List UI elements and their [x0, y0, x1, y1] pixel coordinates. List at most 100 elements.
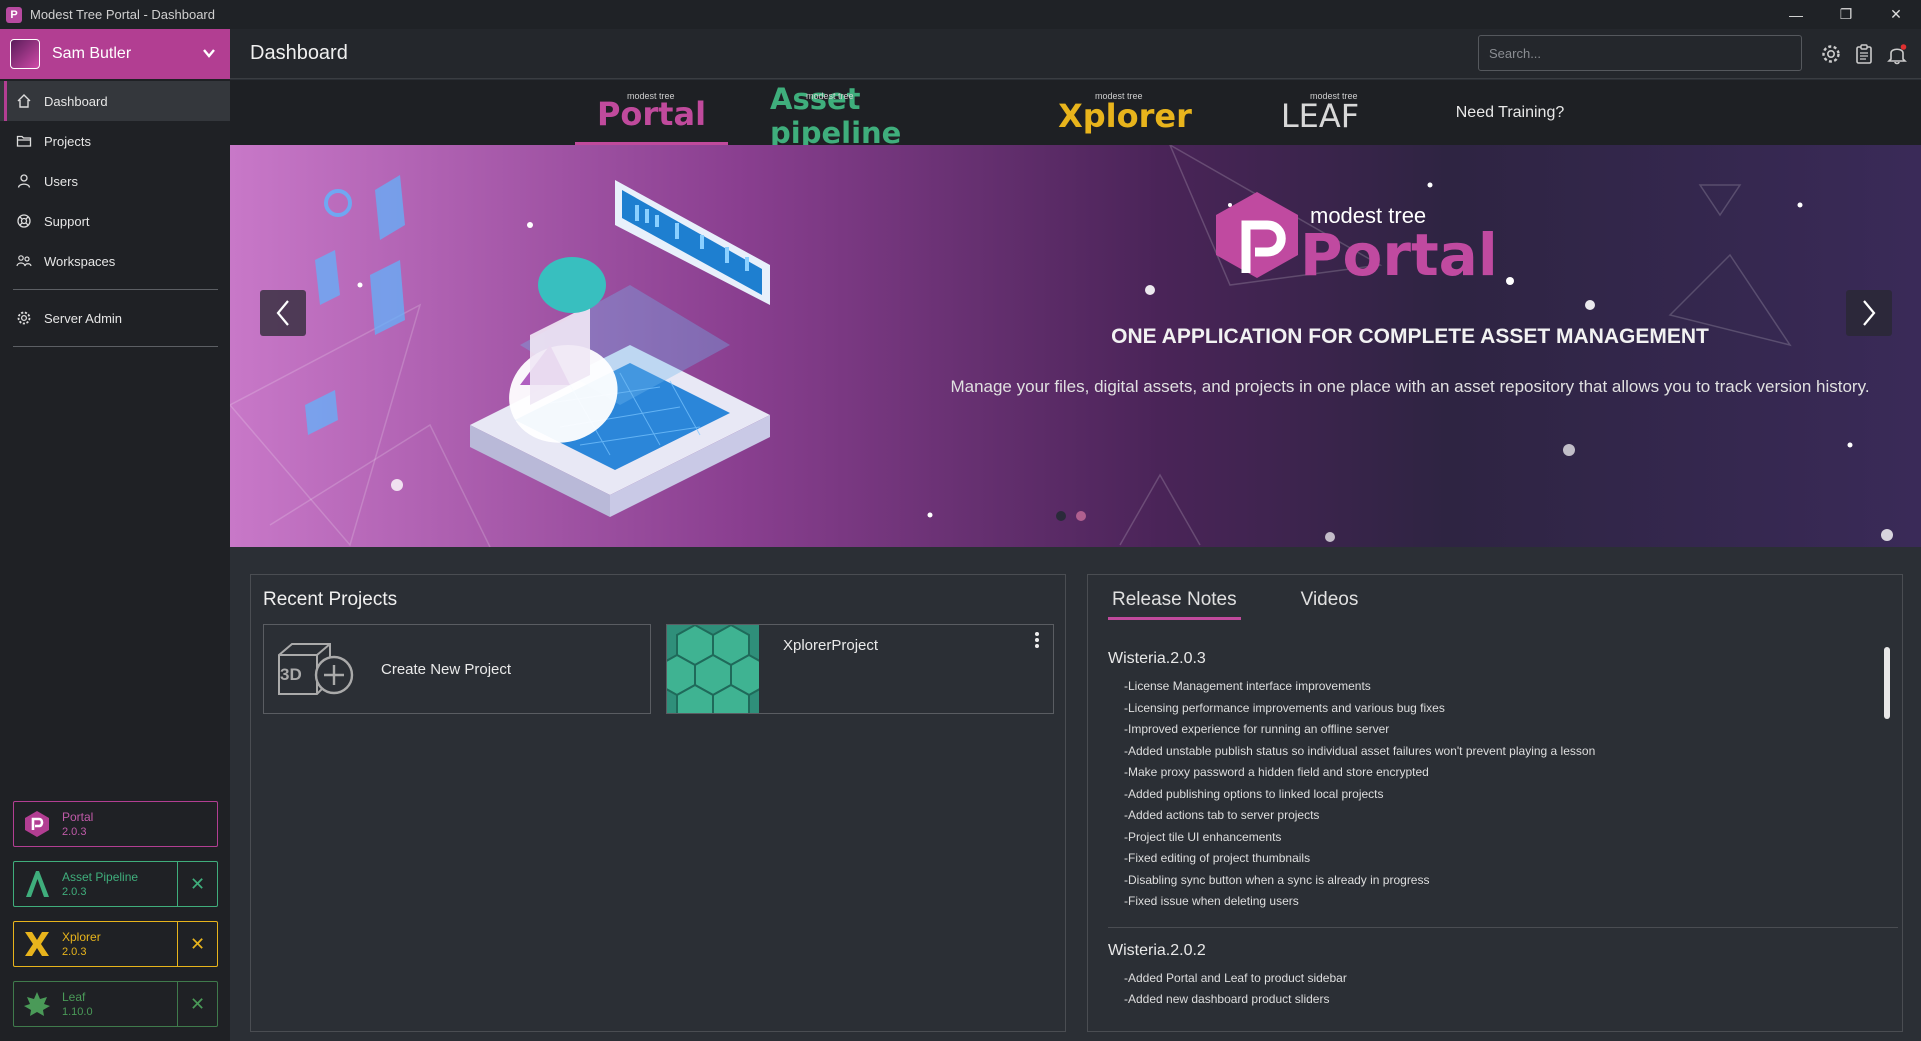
gear-icon[interactable] — [1820, 43, 1842, 65]
release-note: -Added unstable publish status so indivi… — [1124, 743, 1596, 758]
app-logo-icon: P — [6, 6, 22, 23]
banner-description: Manage your files, digital assets, and p… — [950, 377, 1870, 396]
user-name: Sam Butler — [52, 45, 132, 62]
carousel-prev-button[interactable] — [260, 290, 306, 336]
banner-headline: ONE APPLICATION FOR COMPLETE ASSET MANAG… — [1111, 325, 1709, 348]
panel-title: Recent Projects — [263, 589, 398, 610]
release-note: -Disabling sync button when a sync is al… — [1124, 872, 1430, 887]
search-input[interactable] — [1478, 35, 1802, 71]
scrollbar-thumb[interactable] — [1884, 647, 1890, 719]
product-tabs: modest tree Portal modest tree Asset pip… — [230, 80, 1921, 150]
close-button[interactable]: ✕ — [1871, 0, 1921, 29]
release-note: -Added new dashboard product sliders — [1124, 992, 1330, 1006]
tab-logo-text: Asset pipeline — [770, 81, 902, 150]
project-card[interactable]: XplorerProject — [666, 624, 1054, 714]
release-note: -Make proxy password a hidden field and … — [1124, 765, 1429, 779]
xplorer-logo-icon — [20, 927, 54, 961]
sidebar-item-label: Dashboard — [44, 93, 108, 109]
product-asset-pipeline[interactable]: Asset Pipeline 2.0.3 ✕ — [13, 861, 218, 907]
carousel-dot-1[interactable] — [1056, 511, 1066, 521]
release-note: -Added actions tab to server projects — [1124, 808, 1320, 822]
chevron-down-icon — [203, 49, 215, 58]
product-leaf[interactable]: Leaf 1.10.0 ✕ — [13, 981, 218, 1027]
sidebar-item-server-admin[interactable]: Server Admin — [0, 298, 230, 338]
product-portal[interactable]: Portal 2.0.3 — [13, 801, 218, 847]
clipboard-icon[interactable] — [1853, 43, 1875, 65]
product-name: Portal — [62, 810, 94, 824]
close-icon[interactable]: ✕ — [177, 922, 217, 966]
sidebar-item-label: Server Admin — [44, 310, 123, 326]
asset-pipeline-logo-icon — [20, 867, 54, 901]
header: Dashboard — [230, 29, 1921, 79]
avatar — [10, 39, 40, 69]
tab-logo-small: modest tree — [1095, 91, 1143, 101]
sidebar-item-support[interactable]: Support — [0, 201, 230, 241]
product-xplorer[interactable]: Xplorer 2.0.3 ✕ — [13, 921, 218, 967]
release-note: -Added Portal and Leaf to product sideba… — [1124, 970, 1347, 985]
page-title: Dashboard — [250, 42, 348, 64]
project-thumbnail — [667, 625, 759, 713]
tab-videos[interactable]: Videos — [1297, 585, 1363, 620]
tab-logo-small: modest tree — [806, 91, 854, 101]
release-notes-panel: Release Notes Videos Wisteria.2.0.3 -Lic… — [1087, 574, 1903, 1032]
product-version: 1.10.0 — [62, 1006, 93, 1018]
sidebar-item-label: Users — [44, 173, 78, 189]
sidebar-item-users[interactable]: Users — [0, 161, 230, 201]
product-name: Asset Pipeline — [62, 870, 139, 884]
bell-icon[interactable] — [1886, 43, 1908, 65]
gear-icon — [17, 311, 31, 325]
home-icon — [17, 94, 31, 108]
sidebar-item-dashboard[interactable]: Dashboard — [0, 81, 230, 121]
window-titlebar: P Modest Tree Portal - Dashboard — ❐ ✕ — [0, 0, 1921, 29]
leaf-logo-icon — [20, 987, 54, 1021]
portal-logo-icon — [20, 807, 54, 841]
create-project-label: Create New Project — [381, 661, 512, 678]
sidebar-item-label: Workspaces — [44, 253, 116, 269]
version-title: Wisteria.2.0.3 — [1108, 650, 1206, 667]
window-title: Modest Tree Portal - Dashboard — [30, 7, 215, 22]
tab-logo-text: LEAF — [1280, 96, 1360, 135]
need-training-link[interactable]: Need Training? — [1430, 80, 1590, 145]
sidebar-item-label: Support — [44, 213, 90, 229]
project-name: XplorerProject — [783, 637, 879, 654]
tab-xplorer[interactable]: modest tree Xplorer — [1055, 80, 1195, 145]
product-version: 2.0.3 — [62, 886, 87, 898]
tab-asset-pipeline[interactable]: modest tree Asset pipeline — [770, 80, 1000, 150]
sidebar-item-label: Projects — [44, 133, 91, 149]
more-vertical-icon[interactable] — [1033, 631, 1041, 649]
create-project-card[interactable]: 3D Create New Project — [263, 624, 651, 714]
release-note: -Fixed editing of project thumbnails — [1124, 851, 1311, 865]
tab-release-notes[interactable]: Release Notes — [1108, 585, 1241, 620]
sidebar-divider — [13, 289, 218, 290]
version-title: Wisteria.2.0.2 — [1108, 941, 1206, 959]
release-notes-list: Wisteria.2.0.3 -License Management inter… — [1108, 650, 1898, 1010]
release-note: -Fixed issue when deleting users — [1124, 894, 1299, 908]
folder-icon — [16, 135, 32, 147]
sidebar-divider — [13, 346, 218, 347]
user-menu[interactable]: Sam Butler — [0, 29, 230, 79]
restore-button[interactable]: ❐ — [1821, 0, 1871, 29]
product-version: 2.0.3 — [62, 946, 87, 958]
carousel-next-button[interactable] — [1846, 290, 1892, 336]
close-icon[interactable]: ✕ — [177, 982, 217, 1026]
user-icon — [17, 174, 31, 188]
lifebuoy-icon — [17, 214, 31, 228]
version-divider — [1108, 926, 1898, 928]
minimize-button[interactable]: — — [1771, 0, 1821, 29]
tab-portal[interactable]: modest tree Portal — [575, 80, 728, 145]
release-note: -Improved experience for running an offl… — [1124, 722, 1390, 736]
sidebar-item-projects[interactable]: Projects — [0, 121, 230, 161]
sidebar: Sam Butler Dashboard Projects Users Supp… — [0, 29, 230, 1041]
tab-logo-small: modest tree — [1310, 91, 1358, 101]
close-icon[interactable]: ✕ — [177, 862, 217, 906]
sidebar-item-workspaces[interactable]: Workspaces — [0, 241, 230, 281]
chevron-right-icon — [1863, 300, 1876, 326]
tab-leaf[interactable]: modest tree LEAF — [1260, 80, 1380, 145]
carousel-dot-2[interactable] — [1076, 511, 1086, 521]
tab-logo-text: Xplorer — [1058, 96, 1192, 135]
tab-logo-small: modest tree — [627, 91, 675, 101]
chevron-left-icon — [276, 300, 289, 326]
recent-projects-panel: Recent Projects 3D Create New Project Xp… — [250, 574, 1066, 1032]
release-note: -Added publishing options to linked loca… — [1124, 786, 1384, 801]
banner-logo-big: Portal — [1300, 221, 1498, 289]
